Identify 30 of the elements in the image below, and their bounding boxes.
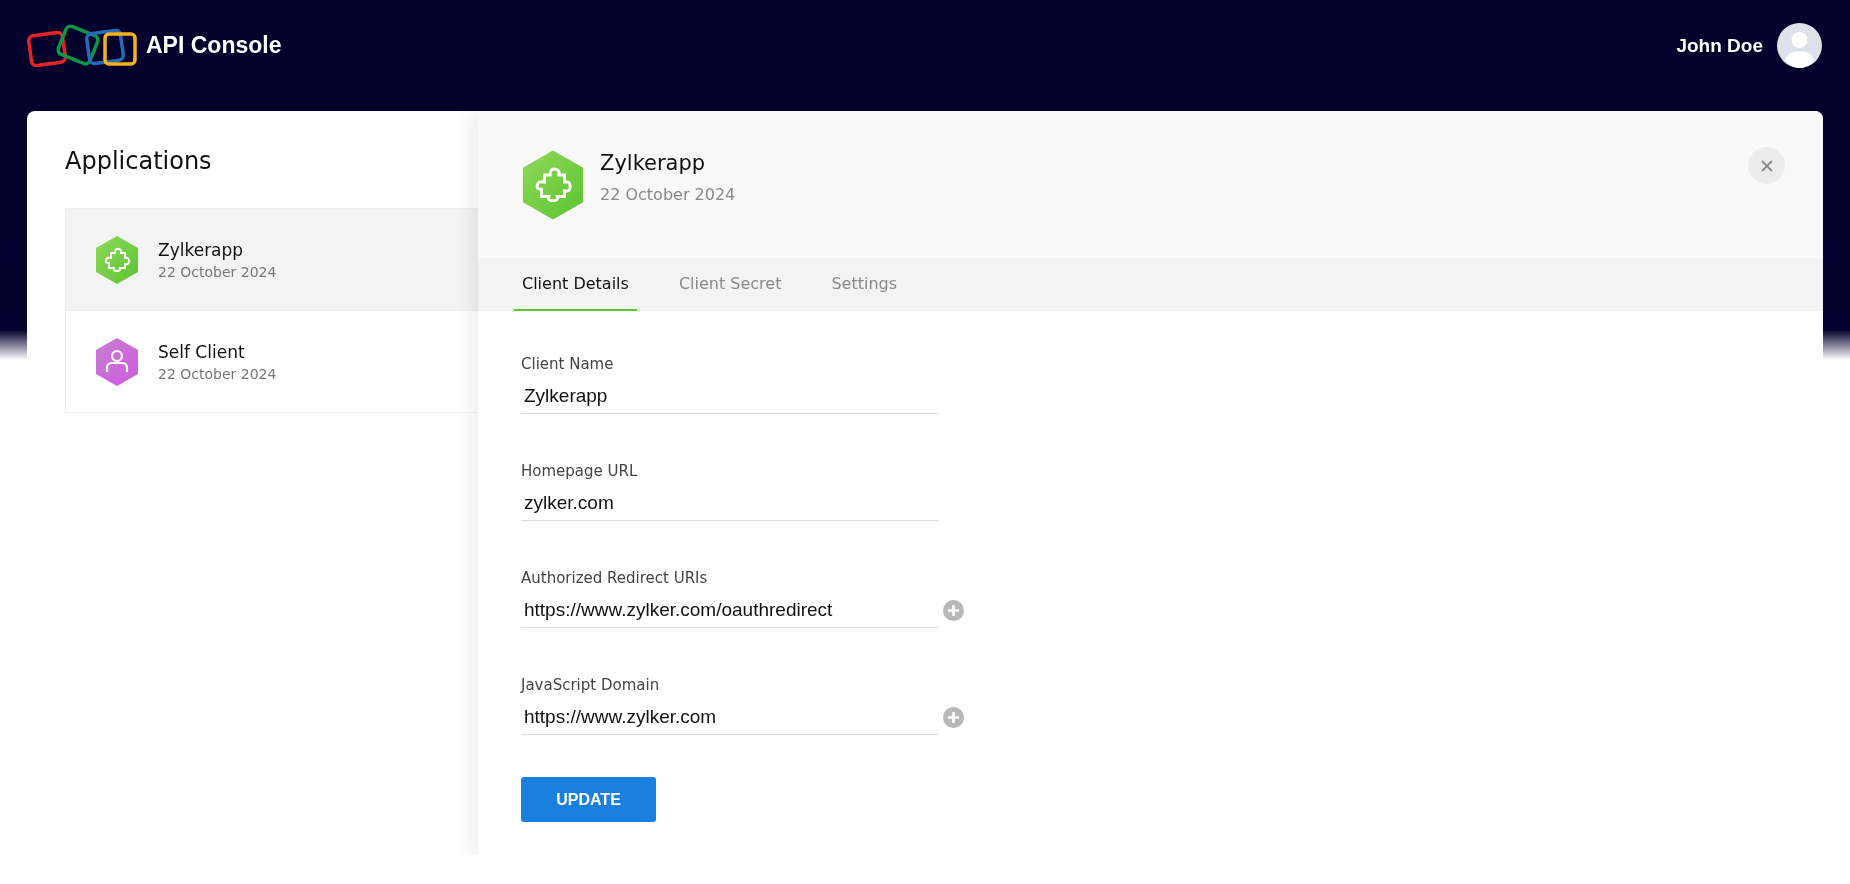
avatar-icon[interactable] <box>1777 23 1822 68</box>
add-icon[interactable] <box>943 600 964 621</box>
input-field[interactable]: zylker.com <box>521 486 939 521</box>
close-button[interactable] <box>1748 147 1785 184</box>
application-date: 22 October 2024 <box>158 365 277 382</box>
field-label: Homepage URL <box>521 462 639 480</box>
field-label: JavaScript Domain <box>521 676 661 694</box>
application-item[interactable]: Self Client 22 October 2024 <box>66 311 478 412</box>
logo-icon <box>26 23 138 67</box>
application-date: 22 October 2024 <box>600 185 737 204</box>
application-name: Zylkerapp <box>600 151 707 175</box>
field-label: Client Name <box>521 355 615 373</box>
field-label: Authorized Redirect URIs <box>521 569 709 587</box>
puzzle-icon <box>94 234 140 285</box>
input-field[interactable]: Zylkerapp <box>521 379 939 414</box>
tab[interactable]: Client Details <box>514 258 637 311</box>
puzzle-icon <box>520 149 586 221</box>
application-date: 22 October 2024 <box>158 263 277 280</box>
application-name: Zylkerapp <box>158 239 245 260</box>
person-icon <box>94 336 140 387</box>
input-field[interactable]: https://www.zylker.com <box>521 700 939 735</box>
app-title: API Console <box>146 31 282 59</box>
add-icon[interactable] <box>943 707 964 728</box>
input-field[interactable]: https://www.zylker.com/oauthredirect <box>521 593 939 628</box>
application-item[interactable]: Zylkerapp 22 October 2024 <box>66 209 478 311</box>
close-icon <box>1759 158 1774 173</box>
section-title: Applications <box>65 147 213 175</box>
user-name: John Doe <box>1676 34 1763 57</box>
update-button[interactable]: UPDATE <box>521 777 656 822</box>
application-name: Self Client <box>158 341 246 362</box>
